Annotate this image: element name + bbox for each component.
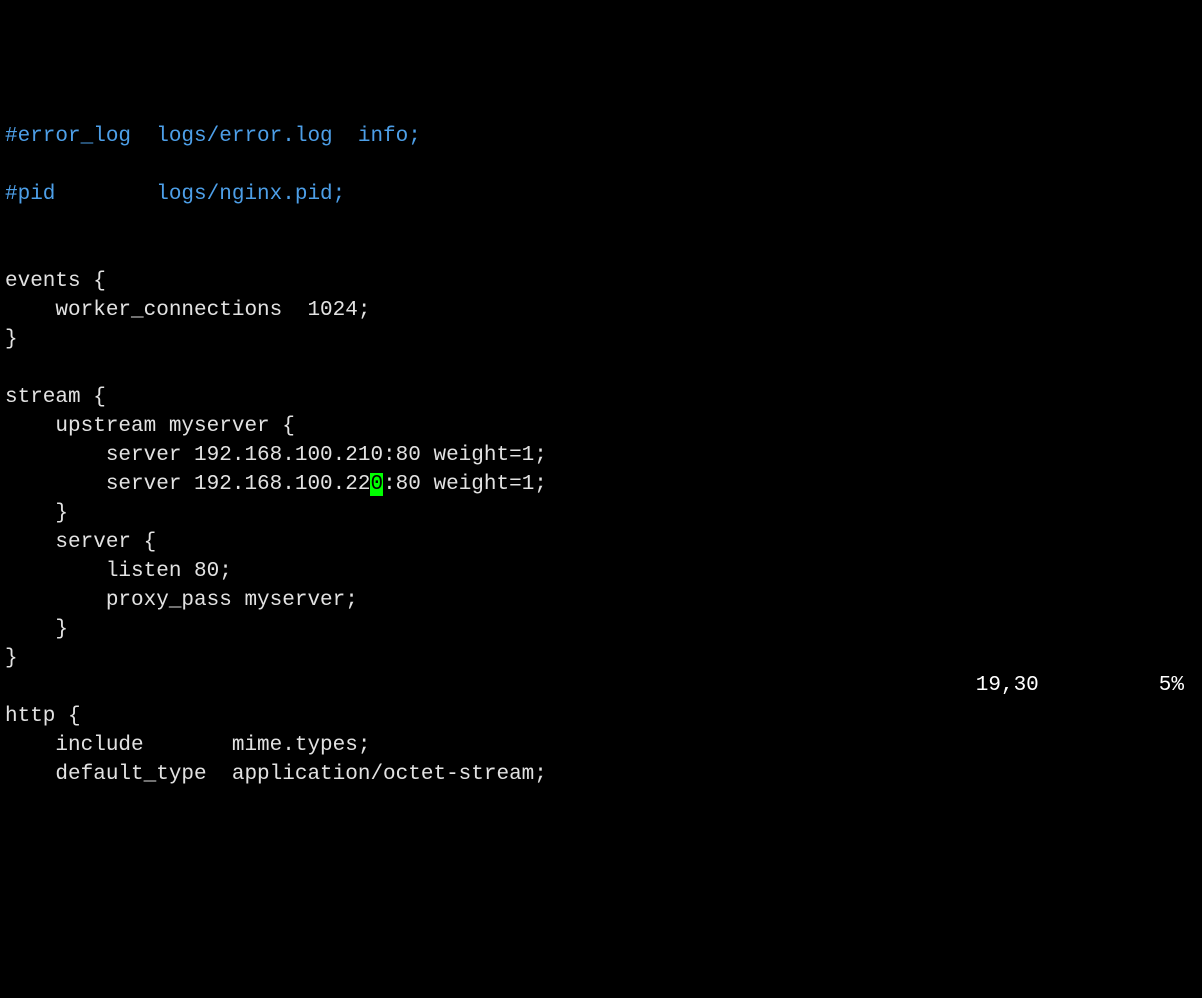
code-line-comment: #error_log logs/error.log info; — [5, 125, 421, 148]
code-line: http { — [5, 705, 81, 728]
code-line-part: server 192.168.100.22 — [5, 473, 370, 496]
code-line: stream { — [5, 386, 106, 409]
code-line: server { — [5, 531, 156, 554]
scroll-percent: 5% — [1159, 671, 1184, 700]
code-line-part: :80 weight=1; — [383, 473, 547, 496]
vim-status-bar: 19,30 5% — [0, 671, 1202, 700]
code-line: } — [5, 647, 18, 670]
cursor-position: 19,30 — [976, 671, 1039, 700]
code-line: worker_connections 1024; — [5, 299, 370, 322]
code-line: default_type application/octet-stream; — [5, 763, 547, 786]
cursor: 0 — [370, 473, 383, 496]
code-line: } — [5, 328, 18, 351]
code-line: server 192.168.100.210:80 weight=1; — [5, 444, 547, 467]
code-line-comment: #pid logs/nginx.pid; — [5, 183, 345, 206]
code-line: } — [5, 502, 68, 525]
code-line: events { — [5, 270, 106, 293]
code-line: upstream myserver { — [5, 415, 295, 438]
code-line: } — [5, 618, 68, 641]
code-line: proxy_pass myserver; — [5, 589, 358, 612]
code-line: listen 80; — [5, 560, 232, 583]
code-line: include mime.types; — [5, 734, 370, 757]
